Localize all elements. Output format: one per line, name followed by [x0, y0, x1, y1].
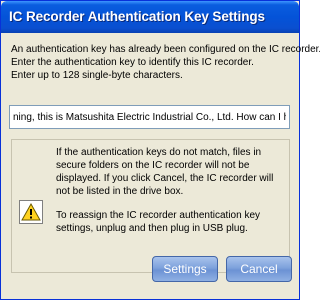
authentication-key-input[interactable] [9, 105, 290, 129]
cancel-button[interactable]: Cancel [226, 256, 292, 282]
dialog-window: IC Recorder Authentication Key Settings … [0, 0, 320, 300]
warning-paragraph-2: To reassign the IC recorder authenticati… [56, 210, 260, 234]
settings-button[interactable]: Settings [152, 256, 218, 282]
intro-line-2: Enter the authentication key to identify… [11, 57, 254, 68]
window-title: IC Recorder Authentication Key Settings [9, 9, 265, 24]
title-bar[interactable]: IC Recorder Authentication Key Settings [1, 1, 299, 33]
intro-text: An authentication key has already been c… [11, 43, 320, 82]
warning-panel: If the authentication keys do not match,… [11, 139, 290, 273]
intro-line-1: An authentication key has already been c… [11, 44, 320, 55]
warning-paragraph-1: If the authentication keys do not match,… [56, 147, 274, 197]
warning-icon [19, 200, 43, 224]
warning-message: If the authentication keys do not match,… [56, 146, 286, 246]
intro-line-3: Enter up to 128 single-byte characters. [11, 70, 183, 81]
